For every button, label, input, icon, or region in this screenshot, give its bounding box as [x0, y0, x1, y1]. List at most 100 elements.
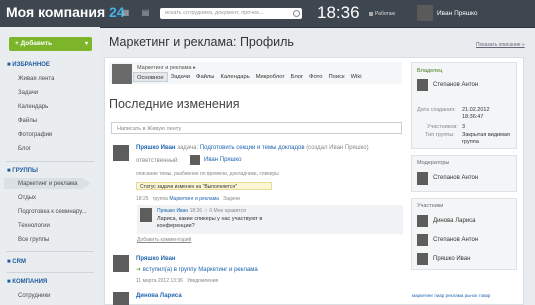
avatar[interactable] [113, 145, 129, 161]
tab-blog[interactable]: Блог [288, 72, 307, 82]
sidebar-item-employees[interactable]: Сотрудники [18, 293, 51, 299]
sidebar-item-rest[interactable]: Отдых [18, 195, 36, 201]
members-value: 3 [462, 124, 466, 130]
avatar[interactable] [417, 253, 428, 265]
tab-calendar[interactable]: Календарь [217, 72, 252, 82]
avatar[interactable] [417, 234, 428, 246]
notifications-icon[interactable]: ▤ [141, 9, 150, 17]
sidebar-item-blog[interactable]: Блог [18, 146, 31, 152]
sidebar-item-marketing[interactable]: Маркетинг и реклама [18, 181, 78, 187]
avatar[interactable] [417, 172, 428, 185]
entry-meta: 18:25 группа Маркетинг и реклама Задачи [136, 196, 240, 202]
tab-main[interactable]: Основное [133, 72, 168, 82]
responsible-line: ответственный: [136, 158, 179, 164]
moderators-title: Модераторы [417, 160, 450, 166]
sidebar-item-feed[interactable]: Живая лента [18, 76, 54, 82]
clock[interactable]: 18:36 [317, 3, 360, 23]
favorites-section-title[interactable]: ■ ИЗБРАННОЕ [7, 62, 50, 68]
checkbox-icon [369, 11, 373, 16]
page-title: Маркетинг и реклама: Профиль [109, 35, 294, 49]
type-value: Закрытая видимая группа [462, 132, 510, 145]
avatar[interactable] [190, 155, 200, 165]
arrow-right-icon: ➜ [136, 267, 142, 273]
tab-wiki[interactable]: Wiki [348, 72, 365, 82]
responsible-label: ответственный: [136, 158, 180, 164]
entry-type: Уведомления [187, 278, 219, 284]
work-status-toggle[interactable]: Работаю [369, 11, 395, 17]
tab-tasks[interactable]: Задачи [168, 72, 193, 82]
search-input[interactable]: искать сотрудника, документ, прочее... [160, 8, 302, 19]
avatar[interactable] [140, 208, 152, 222]
moderator-name[interactable]: Степанов Антон [433, 175, 478, 181]
group-name[interactable]: Маркетинг и реклама ▸ [137, 65, 196, 71]
top-bar: Моя компания 24 ▦ ▤ искать сотрудника, д… [0, 0, 535, 28]
divider [6, 272, 94, 273]
search-icon[interactable] [293, 10, 300, 17]
status-badge: Статус задачи изменен на "Выполняется" [136, 182, 272, 190]
task-description: описание темы, разбиение по времени, док… [136, 171, 279, 177]
author-link[interactable]: Пряшко Иван [136, 145, 176, 151]
participant-name[interactable]: Степанов Антон [433, 237, 478, 243]
tab-microblog[interactable]: Микроблог [253, 72, 288, 82]
show-description-link[interactable]: Показать описание » [476, 42, 525, 48]
entry-time: 18:25 [136, 196, 149, 202]
user-name[interactable]: Иван Пряшко [437, 10, 478, 17]
group-tags[interactable]: маркетинг пиар реклама рынок товар [412, 293, 490, 298]
recent-changes-title: Последние изменения [109, 97, 240, 111]
comment-header: Пряшко Иван 18:26 ☆ 0 Мне нравится [157, 208, 246, 214]
created-label: Дата создания: [417, 107, 456, 113]
feed-entry-header: Пряшко Иван задача: Подготовить секции и… [136, 145, 369, 151]
messages-icon[interactable]: ▦ [121, 9, 130, 17]
responsible-link[interactable]: Иван Пряшко [204, 157, 241, 163]
sidebar-item-all-groups[interactable]: Все группы [18, 237, 49, 243]
group-avatar[interactable] [112, 64, 132, 84]
entry-type: Задачи [223, 196, 240, 202]
user-avatar[interactable] [417, 5, 433, 21]
entry-action: задача: [177, 145, 199, 151]
group-link[interactable]: Маркетинг и реклама [169, 196, 219, 202]
group-tabs: Основное Задачи Файлы Календарь Микробло… [133, 72, 365, 82]
participant-name[interactable]: Динова Лариса [433, 218, 476, 224]
avatar[interactable] [113, 255, 129, 272]
created-by: (создал Иван Пряшко) [306, 145, 369, 151]
task-link[interactable]: Подготовить секции и темы докладов [200, 145, 305, 151]
sidebar-item-seminar[interactable]: Подготовка к семинару... [18, 209, 87, 215]
divider [6, 161, 94, 162]
join-text: ➜ вступил(а) в группу Маркетинг и реклам… [136, 266, 258, 273]
sidebar-item-tasks[interactable]: Задачи [18, 90, 38, 96]
comment-time: 18:26 [189, 208, 203, 214]
groups-section-title[interactable]: ■ ГРУППЫ [7, 168, 38, 174]
like-button[interactable]: ☆ 0 Мне нравится [203, 208, 245, 214]
author-link[interactable]: Пряшко Иван [136, 256, 176, 262]
post-input[interactable]: Написать в Живую ленту [111, 122, 402, 134]
group-prefix: группа [152, 196, 168, 202]
members-label: Участников: [427, 124, 458, 130]
participants-title: Участники [417, 203, 444, 209]
comment-text: Лариса, какие спикеры у нас участвуют в … [157, 216, 263, 229]
tab-photo[interactable]: Фото [306, 72, 325, 82]
sidebar-item-calendar[interactable]: Календарь [18, 104, 48, 110]
owner-name[interactable]: Степанов Антон [433, 82, 478, 88]
avatar[interactable] [417, 215, 428, 227]
crm-section-title[interactable]: ■ CRM [7, 259, 26, 265]
type-label: Тип группы: [425, 132, 455, 138]
company-logo[interactable]: Моя компания 24 [6, 4, 125, 20]
avatar[interactable] [113, 292, 129, 305]
tab-search[interactable]: Поиск [325, 72, 347, 82]
tab-files[interactable]: Файлы [193, 72, 217, 82]
owner-title: Владелец [417, 68, 443, 74]
sidebar-item-tech[interactable]: Технологии [18, 223, 50, 229]
divider [6, 251, 94, 252]
author-link[interactable]: Динова Лариса [136, 293, 182, 299]
entry-date: 11 марта 2012 13:36 [136, 278, 183, 284]
join-link[interactable]: вступил(а) в группу Маркетинг и реклама [143, 267, 258, 273]
add-button[interactable]: + Добавить ▾ [9, 37, 92, 51]
avatar[interactable] [417, 79, 428, 91]
company-section-title[interactable]: ■ КОМПАНИЯ [7, 279, 47, 285]
add-comment-link[interactable]: Добавить комментарий [137, 237, 191, 243]
sidebar-item-photos[interactable]: Фотографии [18, 132, 52, 138]
entry-meta: 11 марта 2012 13:36 Уведомления [136, 278, 218, 284]
comment-author-link[interactable]: Пряшко Иван [157, 208, 188, 214]
participant-name[interactable]: Пряшко Иван [433, 256, 470, 262]
sidebar-item-files[interactable]: Файлы [18, 118, 37, 124]
